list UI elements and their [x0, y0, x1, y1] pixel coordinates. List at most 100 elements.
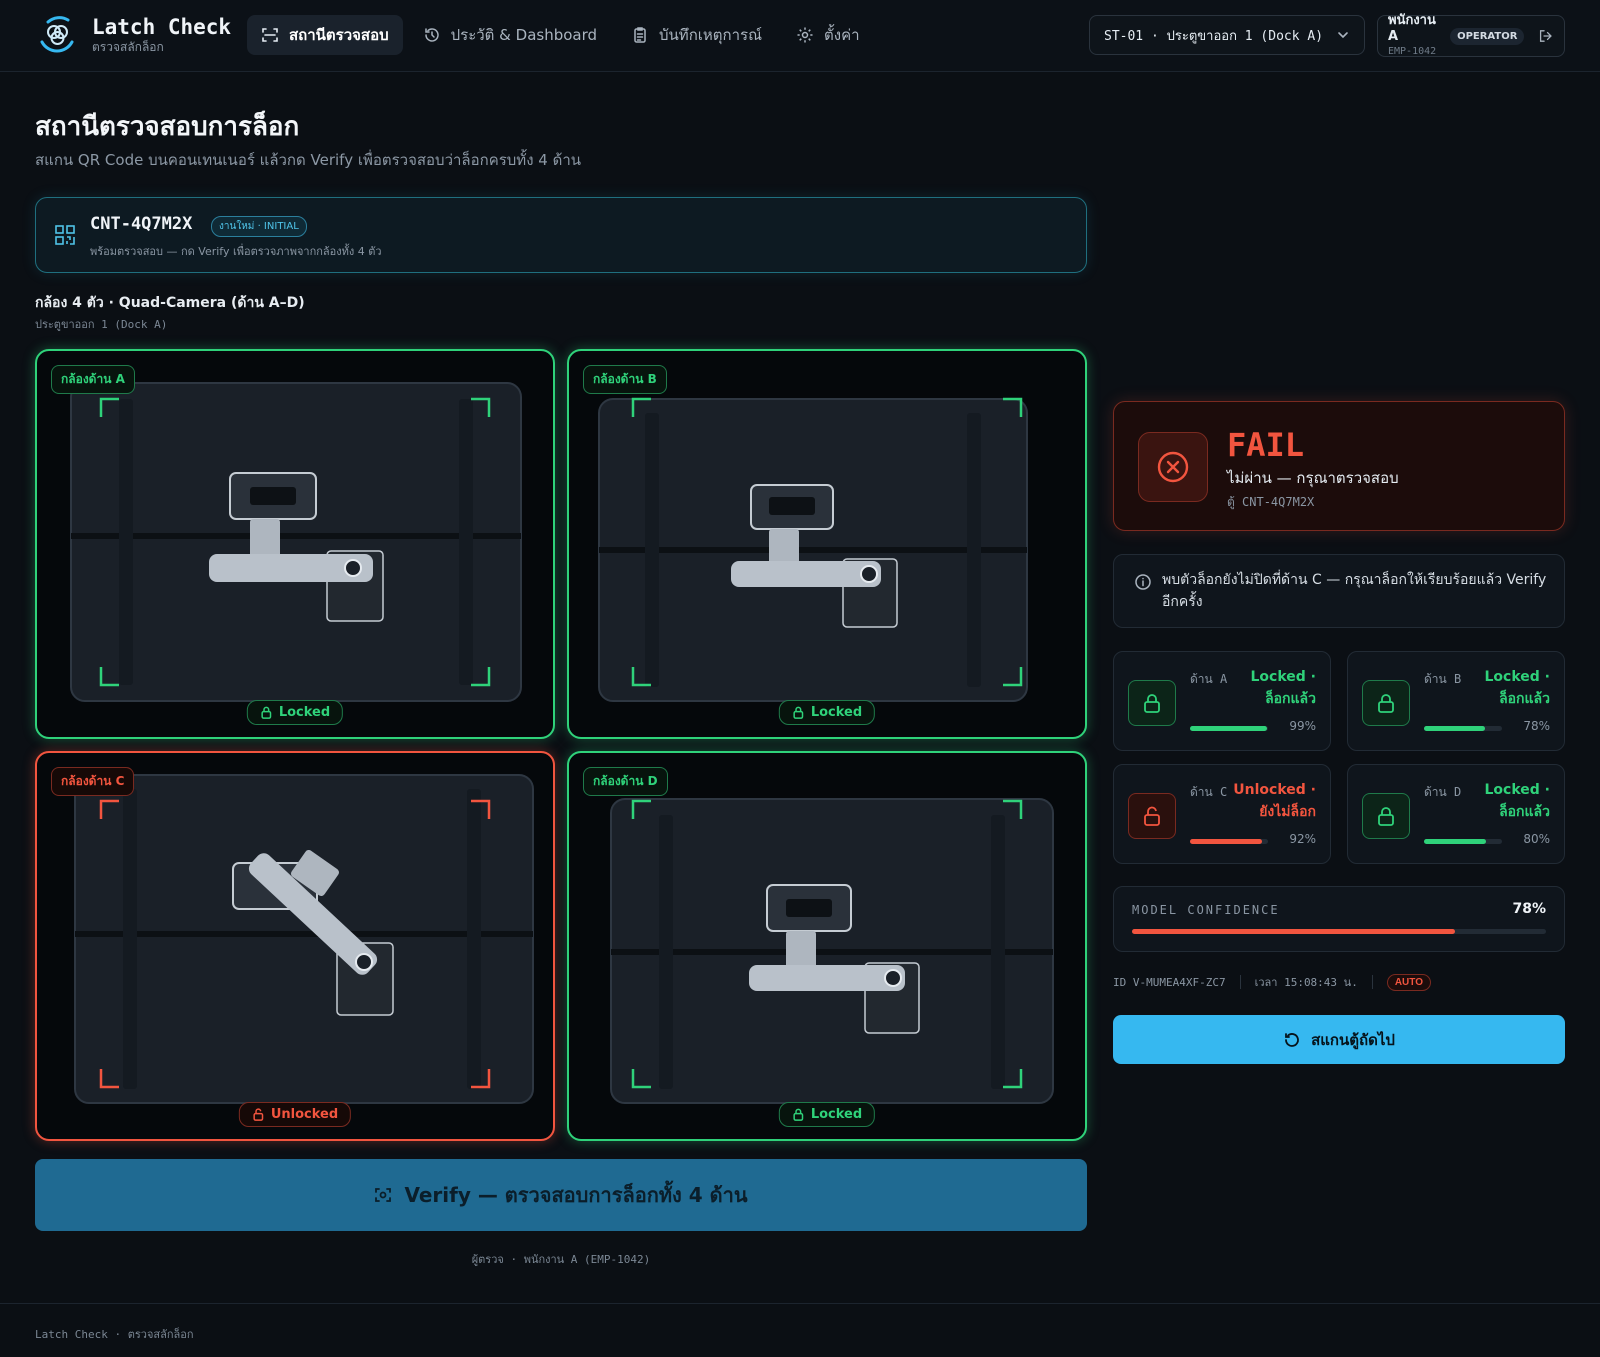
camera-feed-image [610, 798, 1054, 1104]
brand-subtitle: ตรวจสลักล็อก [92, 40, 164, 54]
lock-icon [793, 706, 804, 719]
camera-status-pill: Locked [778, 1102, 876, 1127]
verification-id: ID V-MUMEA4XF-ZC7 [1113, 975, 1226, 989]
camera-panel-a[interactable]: กล้องด้าน A Locked [35, 349, 555, 739]
history-icon [424, 28, 439, 42]
scan-icon [375, 1188, 392, 1202]
camera-section-title: กล้อง 4 ตัว · Quad-Camera (ด้าน A–D) [35, 295, 305, 311]
user-name: พนักงาน A [1388, 13, 1436, 44]
result-title: FAIL [1227, 426, 1305, 464]
side-result-a[interactable]: ด้าน A Locked · ล็อกแล้ว 99% [1113, 651, 1331, 751]
verification-time: เวลา 15:08:43 น. [1254, 976, 1358, 989]
side-lock-box [1362, 793, 1410, 839]
role-badge: OPERATOR [1450, 27, 1525, 45]
camera-feed-image [598, 397, 1028, 702]
nav-item-label: บันทึกเหตุการณ์ [659, 26, 763, 44]
qr-code-icon [55, 225, 75, 245]
side-result-d[interactable]: ด้าน D Locked · ล็อกแล้ว 80% [1347, 764, 1565, 864]
side-confidence-value: 92% [1289, 832, 1316, 846]
side-confidence-bar [1424, 839, 1502, 844]
side-status: Locked · ล็อกแล้ว [1484, 782, 1550, 820]
side-status: Locked · ล็อกแล้ว [1250, 669, 1316, 707]
side-confidence-value: 80% [1523, 832, 1550, 846]
nav-item-label: ประวัติ & Dashboard [450, 26, 598, 44]
result-container-ref: ตู้ CNT-4Q7M2X [1227, 495, 1315, 509]
info-alert: พบตัวล็อกยังไม่ปิดที่ด้าน C — กรุณาล็อกใ… [1113, 554, 1565, 628]
verify-button-label: Verify — ตรวจสอบการล็อกทั้ง 4 ด้าน [404, 1183, 748, 1207]
x-circle-icon [1157, 451, 1189, 483]
nav-item-label: สถานีตรวจสอบ [289, 26, 389, 44]
nav-item-settings[interactable]: ตั้งค่า [782, 15, 874, 55]
verify-button[interactable]: Verify — ตรวจสอบการล็อกทั้ง 4 ด้าน [35, 1159, 1087, 1231]
camera-status-text: Unlocked [270, 1107, 339, 1122]
container-id: CNT-4Q7M2X [90, 214, 193, 234]
container-note: พร้อมตรวจสอบ — กด Verify เพื่อตรวจภาพจาก… [90, 245, 382, 258]
divider [1371, 975, 1373, 989]
side-confidence-bar [1424, 726, 1502, 731]
unlock-icon [253, 1108, 264, 1121]
model-confidence-value: 78% [1512, 901, 1546, 917]
lock-icon [1378, 807, 1394, 826]
user-id: EMP-1042 [1388, 46, 1437, 57]
info-icon [1135, 574, 1151, 590]
nav-item-history[interactable]: ประวัติ & Dashboard [409, 15, 611, 55]
side-confidence-value: 99% [1289, 719, 1316, 733]
side-lock-box [1362, 680, 1410, 726]
camera-status-text: Locked [810, 705, 863, 720]
model-confidence-card: MODEL CONFIDENCE 78% [1113, 886, 1565, 952]
side-name: ด้าน C [1190, 785, 1228, 799]
gear-icon [797, 27, 813, 43]
side-confidence-bar [1190, 839, 1268, 844]
logo-icon [40, 16, 74, 53]
footer: Latch Check · ตรวจสลักล็อก [0, 1303, 1600, 1357]
model-confidence-bar [1132, 929, 1546, 934]
camera-panel-c[interactable]: กล้องด้าน C Unlocked [35, 751, 555, 1141]
side-result-c[interactable]: ด้าน C Unlocked · ยังไม่ล็อก 92% [1113, 764, 1331, 864]
camera-status-text: Locked [278, 705, 331, 720]
camera-panel-b[interactable]: กล้องด้าน B Locked [567, 349, 1087, 739]
lock-icon [1378, 694, 1394, 713]
divider [1239, 975, 1241, 989]
side-result-b[interactable]: ด้าน B Locked · ล็อกแล้ว 78% [1347, 651, 1565, 751]
nav-item-events[interactable]: บันทึกเหตุการณ์ [617, 15, 776, 55]
lock-icon [793, 1108, 804, 1121]
mode-badge: AUTO [1386, 973, 1431, 991]
camera-feed-image [70, 382, 522, 702]
lock-icon [261, 706, 272, 719]
scan-icon [262, 28, 278, 42]
camera-status-text: Locked [810, 1107, 863, 1122]
result-card: FAIL ไม่ผ่าน — กรุณาตรวจสอบ ตู้ CNT-4Q7M… [1113, 401, 1565, 531]
side-name: ด้าน A [1190, 672, 1228, 686]
side-confidence-fill [1190, 839, 1262, 844]
clipboard-icon [634, 27, 646, 43]
side-status: Unlocked · ยังไม่ล็อก [1233, 782, 1316, 820]
camera-location: ประตูขาออก 1 (Dock A) [35, 318, 168, 331]
chevron-down-icon [1338, 32, 1348, 39]
user-menu[interactable]: พนักงาน A EMP-1042 OPERATOR [1377, 13, 1565, 57]
logout-icon[interactable] [1538, 27, 1554, 45]
nav-item-station[interactable]: สถานีตรวจสอบ [247, 15, 403, 55]
camera-label: กล้องด้าน D [583, 767, 668, 796]
camera-feed-image [74, 774, 534, 1104]
result-message: ไม่ผ่าน — กรุณาตรวจสอบ [1227, 469, 1399, 487]
station-select[interactable]: ST-01 · ประตูขาออก 1 (Dock A) [1089, 15, 1365, 55]
camera-panel-d[interactable]: กล้องด้าน D Locked [567, 751, 1087, 1141]
brand[interactable]: Latch Check ตรวจสลักล็อก [34, 12, 231, 58]
camera-status-pill: Locked [778, 700, 876, 725]
side-confidence-fill [1190, 726, 1268, 731]
brand-title: Latch Check [92, 15, 232, 39]
camera-label: กล้องด้าน B [583, 365, 667, 394]
side-lock-box [1128, 793, 1176, 839]
container-status-badge: งานใหม่ · INITIAL [211, 216, 307, 237]
page-title: สถานีตรวจสอบการล็อก [35, 112, 300, 142]
container-card: CNT-4Q7M2X งานใหม่ · INITIAL พร้อมตรวจสอ… [35, 197, 1087, 273]
lock-icon [1144, 694, 1160, 713]
side-confidence-value: 78% [1523, 719, 1550, 733]
refresh-icon [1285, 1032, 1299, 1047]
side-status: Locked · ล็อกแล้ว [1484, 669, 1550, 707]
scan-next-button[interactable]: สแกนตู้ถัดไป [1113, 1015, 1565, 1064]
info-text: พบตัวล็อกยังไม่ปิดที่ด้าน C — กรุณาล็อกใ… [1162, 572, 1547, 610]
camera-status-pill: Locked [246, 700, 344, 725]
camera-label: กล้องด้าน A [51, 365, 135, 394]
scan-next-label: สแกนตู้ถัดไป [1311, 1030, 1395, 1049]
